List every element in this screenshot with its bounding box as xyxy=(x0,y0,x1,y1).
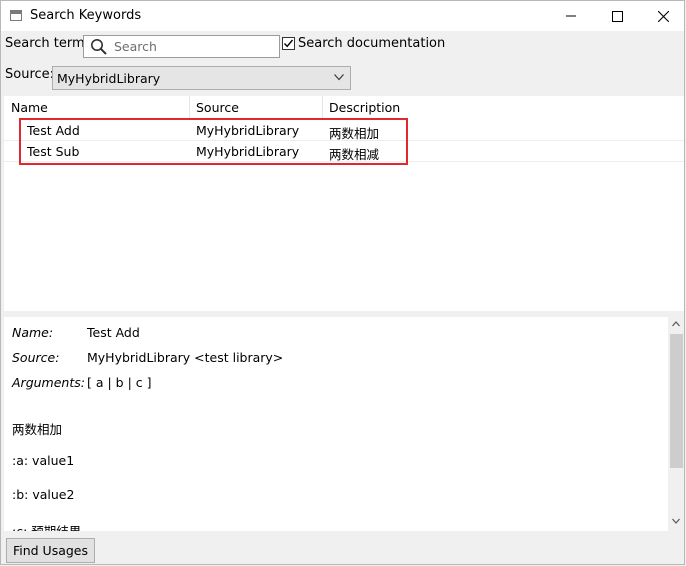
title-bar: Search Keywords xyxy=(1,1,684,31)
doc-line: 两数相加 xyxy=(12,422,63,437)
column-header-description[interactable]: Description xyxy=(329,100,400,115)
search-documentation-checkbox[interactable] xyxy=(282,37,295,50)
table-header: Name Source Description xyxy=(4,96,684,118)
details-source-label: Source: xyxy=(12,350,60,365)
search-keywords-dialog: Search Keywords Search term: Search docu… xyxy=(0,0,685,565)
source-select[interactable]: MyHybridLibrary xyxy=(52,66,351,90)
checkmark-icon xyxy=(283,39,294,48)
cell-description: 两数相加 xyxy=(329,126,380,141)
minimize-icon xyxy=(566,15,576,17)
scrollbar-thumb[interactable] xyxy=(670,334,683,468)
source-select-value: MyHybridLibrary xyxy=(57,71,161,86)
scroll-up-arrow-icon[interactable] xyxy=(672,321,680,327)
maximize-icon xyxy=(611,10,623,22)
search-term-label: Search term: xyxy=(5,36,90,51)
window-title: Search Keywords xyxy=(30,8,142,23)
cell-name: Test Add xyxy=(27,123,80,138)
close-icon xyxy=(657,10,669,22)
details-scrollbar[interactable] xyxy=(668,317,684,531)
close-button[interactable] xyxy=(640,1,686,31)
doc-line: :c: 预期结果 xyxy=(12,521,81,531)
details-source-value: MyHybridLibrary <test library> xyxy=(87,350,284,365)
column-divider[interactable] xyxy=(189,96,190,118)
find-usages-button[interactable]: Find Usages xyxy=(6,538,95,563)
search-input[interactable] xyxy=(114,38,274,55)
app-window-icon xyxy=(10,10,22,21)
doc-line: :a: value1 xyxy=(12,453,75,468)
cell-name: Test Sub xyxy=(27,144,80,159)
details-arguments-label: Arguments: xyxy=(12,375,85,390)
table-row[interactable]: Test Add MyHybridLibrary 两数相加 xyxy=(4,120,684,141)
source-label: Source: xyxy=(5,67,55,82)
scroll-down-arrow-icon[interactable] xyxy=(672,518,680,524)
maximize-button[interactable] xyxy=(594,1,640,31)
search-icon xyxy=(90,38,108,59)
table-row[interactable]: Test Sub MyHybridLibrary 两数相减 xyxy=(4,141,684,162)
details-name-label: Name: xyxy=(12,325,54,340)
details-name-value: Test Add xyxy=(87,325,140,340)
keyword-table: Name Source Description Test Add MyHybri… xyxy=(4,96,684,311)
cell-description: 两数相减 xyxy=(329,147,380,162)
keyword-details-pane: Name: Test Add Source: MyHybridLibrary <… xyxy=(4,317,684,531)
column-divider[interactable] xyxy=(322,96,323,118)
doc-line: :b: value2 xyxy=(12,487,75,502)
column-header-name[interactable]: Name xyxy=(11,100,48,115)
details-arguments-value: [ a | b | c ] xyxy=(87,375,152,390)
cell-source: MyHybridLibrary xyxy=(196,144,300,159)
cell-source: MyHybridLibrary xyxy=(196,123,300,138)
column-header-source[interactable]: Source xyxy=(196,100,239,115)
search-documentation-label[interactable]: Search documentation xyxy=(298,36,445,51)
minimize-button[interactable] xyxy=(548,1,594,31)
chevron-down-icon xyxy=(334,74,344,81)
search-box[interactable] xyxy=(83,35,280,58)
